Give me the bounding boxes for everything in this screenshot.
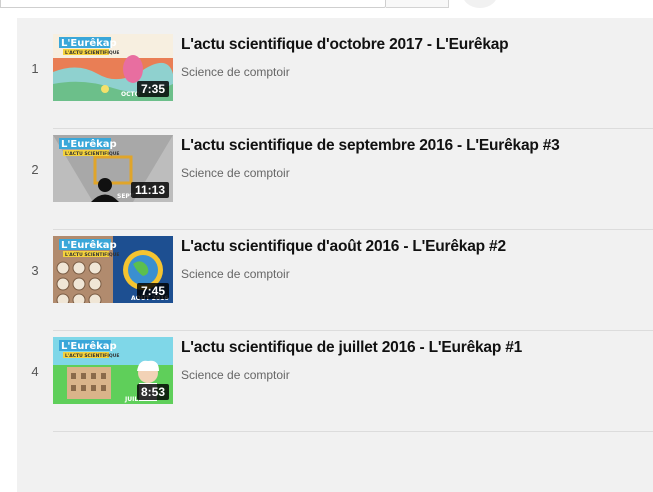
video-title[interactable]: L'actu scientifique de juillet 2016 - L'…	[181, 339, 641, 357]
row-divider	[53, 431, 653, 432]
video-title[interactable]: L'actu scientifique d'août 2016 - L'Eurê…	[181, 238, 641, 256]
search-input[interactable]	[0, 0, 386, 8]
video-thumbnail[interactable]: L'Eurêkap L'ACTU SCIENTIFIQUE JUIL 8:53	[53, 337, 173, 404]
svg-text:L'Eurêkap: L'Eurêkap	[61, 138, 117, 150]
playlist-item[interactable]: 3 L'Eurêkap L'ACTU SCIENTIFIQUE AOÛT 201…	[17, 230, 653, 331]
video-duration: 11:13	[130, 182, 169, 198]
channel-name[interactable]: Science de comptoir	[181, 267, 290, 281]
channel-name[interactable]: Science de comptoir	[181, 166, 290, 180]
item-index: 2	[31, 162, 39, 177]
playlist-item[interactable]: 1 L'Eurêkap L'ACTU SCIENTIFIQUE OCTO 7:3…	[17, 28, 653, 129]
video-duration: 7:35	[136, 81, 169, 97]
search-button[interactable]	[386, 0, 449, 8]
playlist-item[interactable]: 2 L'Eurêkap L'ACTU SCIENTIFIQUE SEPT 11:…	[17, 129, 653, 230]
item-index: 1	[31, 61, 39, 76]
svg-text:L'Eurêkap: L'Eurêkap	[61, 340, 117, 352]
video-duration: 8:53	[136, 384, 169, 400]
item-index: 3	[31, 263, 39, 278]
playlist-panel: 1 L'Eurêkap L'ACTU SCIENTIFIQUE OCTO 7:3…	[17, 18, 653, 492]
masthead	[0, 0, 653, 18]
video-title[interactable]: L'actu scientifique de septembre 2016 - …	[181, 137, 641, 155]
video-thumbnail[interactable]: L'Eurêkap L'ACTU SCIENTIFIQUE SEPT 11:13	[53, 135, 173, 202]
svg-text:L'Eurêkap: L'Eurêkap	[61, 37, 117, 49]
video-thumbnail[interactable]: L'Eurêkap L'ACTU SCIENTIFIQUE AOÛT 2016 …	[53, 236, 173, 303]
item-index: 4	[31, 364, 39, 379]
svg-text:L'ACTU SCIENTIFIQUE: L'ACTU SCIENTIFIQUE	[65, 353, 119, 359]
svg-text:L'Eurêkap: L'Eurêkap	[61, 239, 117, 251]
channel-name[interactable]: Science de comptoir	[181, 368, 290, 382]
video-thumbnail[interactable]: L'Eurêkap L'ACTU SCIENTIFIQUE OCTO 7:35	[53, 34, 173, 101]
svg-text:L'ACTU SCIENTIFIQUE: L'ACTU SCIENTIFIQUE	[65, 252, 119, 258]
playlist-item[interactable]: 4 L'Eurêkap L'ACTU SCIENTIFIQUE JUIL 8:5…	[17, 331, 653, 432]
svg-text:L'ACTU SCIENTIFIQUE: L'ACTU SCIENTIFIQUE	[65, 151, 119, 157]
video-duration: 7:45	[136, 283, 169, 299]
channel-name[interactable]: Science de comptoir	[181, 65, 290, 79]
svg-text:L'ACTU SCIENTIFIQUE: L'ACTU SCIENTIFIQUE	[65, 50, 119, 56]
video-title[interactable]: L'actu scientifique d'octobre 2017 - L'E…	[181, 36, 641, 54]
voice-search-button[interactable]	[462, 0, 498, 8]
